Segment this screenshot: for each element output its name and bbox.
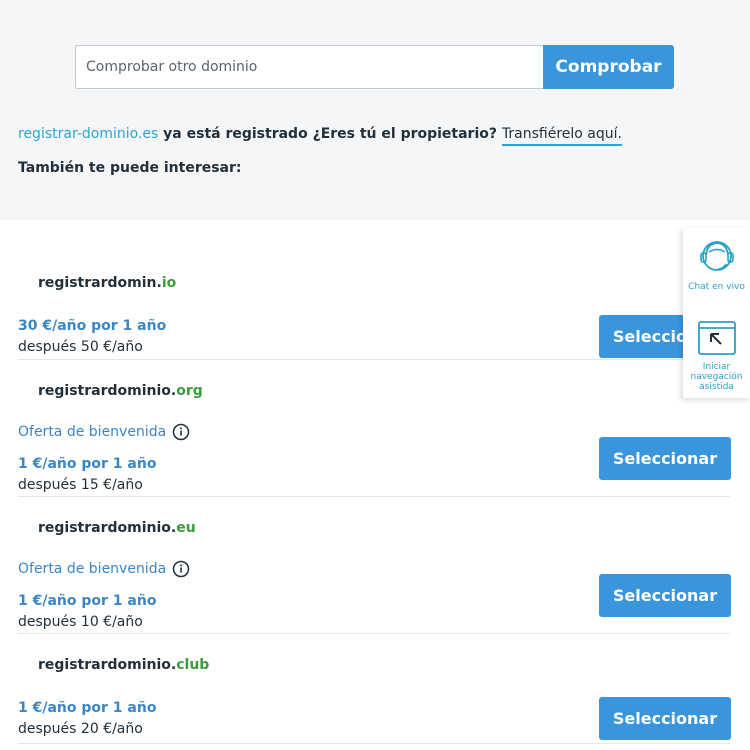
domain-result-item: registrardominio.eu Oferta de bienvenida…	[18, 497, 731, 634]
welcome-offer-label: Oferta de bienvenida	[18, 561, 167, 577]
support-widget: Chat en vivo Iniciar navegación asistida	[683, 228, 750, 398]
domain-result-item: registrardominio.club 1 €/año por 1 año …	[18, 634, 731, 744]
assisted-navigation-label: Iniciar navegación asistida	[690, 362, 743, 392]
domain-tld: io	[161, 275, 177, 291]
domain-price: 1 €/año por 1 año	[18, 593, 157, 609]
registered-domain: registrar-dominio.es	[18, 126, 159, 142]
arrow-up-left-window-icon	[697, 321, 736, 355]
domain-renewal-price: después 50 €/año	[18, 339, 143, 355]
domain-tld: org	[176, 383, 203, 399]
suggestions-heading: También te puede interesar:	[18, 160, 242, 176]
domain-result-item: registrardomin.io 30 €/año por 1 año des…	[18, 250, 731, 360]
domain-name: registrardominio.eu	[38, 520, 196, 536]
domain-search-input[interactable]	[75, 45, 543, 89]
domain-price: 30 €/año por 1 año	[18, 318, 167, 334]
domain-renewal-price: después 15 €/año	[18, 477, 143, 493]
domain-result-item: registrardominio.org Oferta de bienvenid…	[18, 360, 731, 497]
domain-name: registrardomin.io	[38, 275, 176, 291]
domain-registered-notice: registrar-dominio.es ya está registrado …	[18, 126, 622, 146]
transfer-link[interactable]: Transfiérelo aquí.	[501, 126, 622, 146]
info-circle-icon[interactable]	[172, 423, 190, 441]
welcome-offer: Oferta de bienvenida	[18, 423, 190, 441]
domain-tld: club	[176, 657, 210, 673]
welcome-offer: Oferta de bienvenida	[18, 560, 190, 578]
check-domain-button[interactable]: Comprobar	[543, 45, 674, 89]
domain-name-base: registrardomin.	[38, 275, 162, 291]
domain-name-base: registrardominio.	[38, 657, 177, 673]
domain-name-base: registrardominio.	[38, 520, 177, 536]
agent-headset-icon	[699, 241, 734, 271]
search-section: Comprobar registrar-dominio.es ya está r…	[0, 0, 750, 220]
domain-name-base: registrardominio.	[38, 383, 177, 399]
domain-price: 1 €/año por 1 año	[18, 700, 157, 716]
live-chat-button[interactable]: Chat en vivo	[683, 238, 750, 292]
search-row: Comprobar	[75, 45, 675, 89]
select-domain-button[interactable]: Seleccionar	[599, 574, 731, 617]
notice-text: ya está registrado ¿Eres tú el propietar…	[158, 126, 502, 142]
domain-name: registrardominio.org	[38, 383, 203, 399]
domain-tld: eu	[176, 520, 196, 536]
welcome-offer-label: Oferta de bienvenida	[18, 424, 167, 440]
live-chat-label: Chat en vivo	[688, 282, 745, 292]
select-domain-button[interactable]: Seleccionar	[599, 697, 731, 740]
domain-name: registrardominio.club	[38, 657, 209, 673]
domain-renewal-price: después 10 €/año	[18, 614, 143, 630]
domain-renewal-price: después 20 €/año	[18, 721, 143, 737]
domain-price: 1 €/año por 1 año	[18, 456, 157, 472]
assisted-navigation-button[interactable]: Iniciar navegación asistida	[683, 320, 750, 392]
select-domain-button[interactable]: Seleccionar	[599, 437, 731, 480]
info-circle-icon[interactable]	[172, 560, 190, 578]
